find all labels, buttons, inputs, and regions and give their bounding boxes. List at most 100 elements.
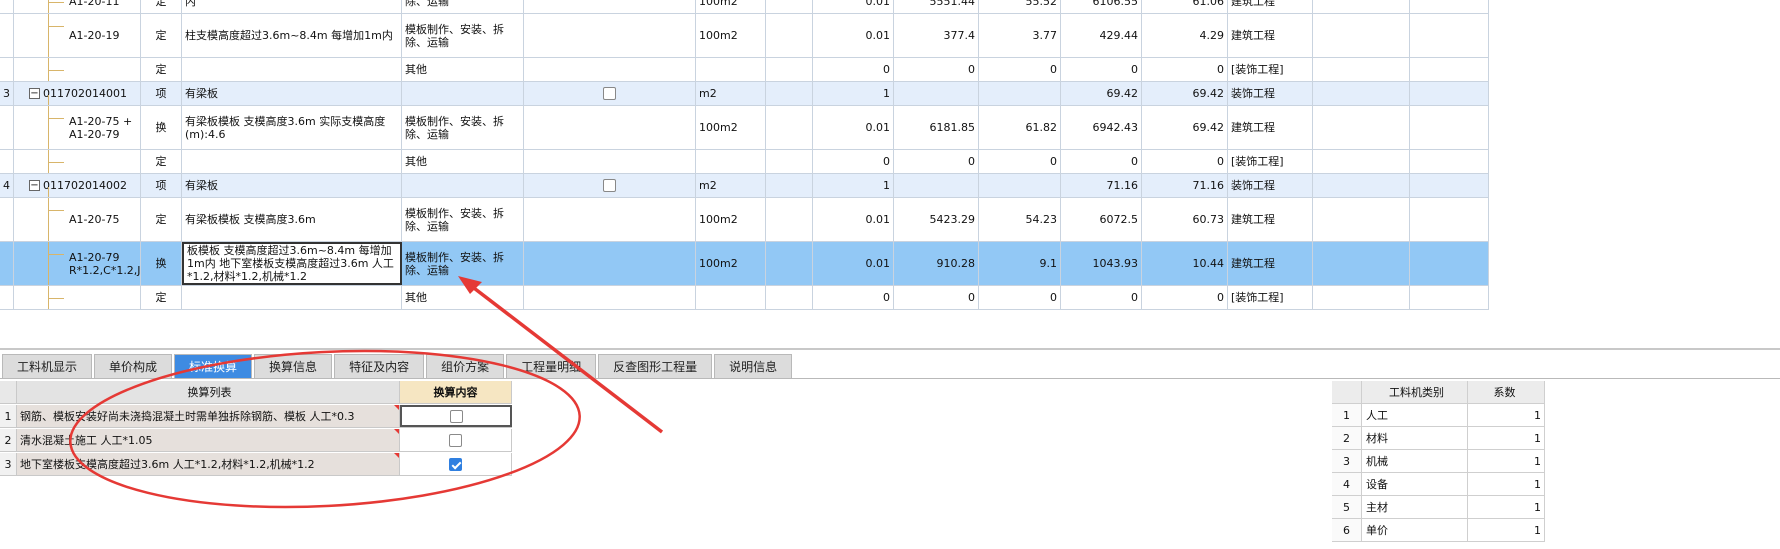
panel-splitter[interactable]	[0, 348, 1780, 350]
tab-2[interactable]: 标准换算	[174, 354, 253, 378]
type-cell[interactable]: 项	[141, 174, 182, 197]
price-cell[interactable]: 5551.44	[894, 0, 979, 13]
unit-cell[interactable]: 100m2	[696, 14, 766, 57]
name-cell[interactable]: 内	[182, 0, 402, 13]
price-cell[interactable]: 0	[894, 58, 979, 81]
price-cell[interactable]	[894, 82, 979, 105]
flag-cell[interactable]	[524, 286, 696, 309]
name-cell[interactable]: 有梁板模板 支模高度3.6m	[182, 198, 402, 241]
category-cell[interactable]: 装饰工程	[1228, 82, 1313, 105]
collapse-toggle-icon[interactable]: −	[29, 88, 40, 99]
category-cell[interactable]: 建筑工程	[1228, 198, 1313, 241]
amount-cell[interactable]: 55.52	[979, 0, 1061, 13]
conversion-row[interactable]: 2 清水混凝土施工 人工*1.05	[0, 429, 512, 452]
collapse-toggle-icon[interactable]: −	[29, 180, 40, 191]
quota-row[interactable]: 定其他 0 0 0 0 0 [装饰工程]	[0, 286, 1489, 310]
type-cell[interactable]: 项	[141, 82, 182, 105]
price-cell[interactable]	[894, 174, 979, 197]
unit-cell[interactable]: 100m2	[696, 106, 766, 149]
row-checkbox[interactable]	[603, 179, 616, 192]
amount-cell[interactable]: 0	[979, 286, 1061, 309]
quota-row[interactable]: 定其他 0 0 0 0 0 [装饰工程]	[0, 58, 1489, 82]
flag-cell[interactable]	[524, 82, 696, 105]
composite-amount-cell[interactable]: 60.73	[1142, 198, 1228, 241]
flag-cell[interactable]	[524, 106, 696, 149]
factor-value[interactable]: 1	[1468, 519, 1545, 541]
quantity-cell[interactable]: 0	[813, 286, 894, 309]
flag-cell[interactable]	[524, 198, 696, 241]
price-cell[interactable]: 6181.85	[894, 106, 979, 149]
composite-amount-cell[interactable]: 0	[1142, 58, 1228, 81]
category-cell[interactable]: [装饰工程]	[1228, 286, 1313, 309]
quota-row[interactable]: A1-20-11 定内除、运输 100m2 0.01 5551.44 55.52 6106.…	[0, 0, 1489, 14]
coefficient-row[interactable]: 5 主材 1	[1332, 496, 1545, 519]
quantity-cell[interactable]: 0.01	[813, 242, 894, 285]
code-cell[interactable]	[14, 58, 141, 81]
name-cell[interactable]	[182, 150, 402, 173]
work-content-cell[interactable]: 模板制作、安装、拆除、运输	[402, 242, 524, 285]
composite-price-cell[interactable]: 71.16	[1061, 174, 1142, 197]
amount-cell[interactable]	[979, 82, 1061, 105]
quota-row[interactable]: A1-20-75 + A1-20-79 换有梁板模板 支模高度3.6m 实际支模高…	[0, 106, 1489, 150]
amount-cell[interactable]: 3.77	[979, 14, 1061, 57]
tab-5[interactable]: 组价方案	[426, 354, 505, 378]
composite-price-cell[interactable]: 0	[1061, 286, 1142, 309]
unit-cell[interactable]	[696, 58, 766, 81]
flag-cell[interactable]	[524, 58, 696, 81]
type-cell[interactable]: 定	[141, 150, 182, 173]
tab-3[interactable]: 换算信息	[254, 354, 333, 378]
factor-value[interactable]: 1	[1468, 450, 1545, 472]
type-cell[interactable]: 定	[141, 198, 182, 241]
price-cell[interactable]: 377.4	[894, 14, 979, 57]
amount-cell[interactable]: 0	[979, 58, 1061, 81]
name-cell[interactable]: 板模板 支模高度超过3.6m~8.4m 每增加1m内 地下室楼板支模高度超过3.…	[182, 242, 402, 285]
unit-cell[interactable]: m2	[696, 174, 766, 197]
coefficient-row[interactable]: 3 机械 1	[1332, 450, 1545, 473]
composite-amount-cell[interactable]: 10.44	[1142, 242, 1228, 285]
name-cell[interactable]	[182, 58, 402, 81]
quantity-cell[interactable]: 0	[813, 58, 894, 81]
unit-cell[interactable]	[696, 150, 766, 173]
code-cell[interactable]: −011702014002	[14, 174, 141, 197]
category-cell[interactable]: [装饰工程]	[1228, 150, 1313, 173]
quantity-cell[interactable]: 0.01	[813, 0, 894, 13]
flag-cell[interactable]	[524, 14, 696, 57]
unit-cell[interactable]	[696, 286, 766, 309]
quantity-cell[interactable]: 0	[813, 150, 894, 173]
conversion-checkbox-cell[interactable]	[400, 405, 512, 427]
composite-price-cell[interactable]: 0	[1061, 150, 1142, 173]
conversion-checkbox[interactable]	[449, 457, 462, 471]
composite-amount-cell[interactable]: 71.16	[1142, 174, 1228, 197]
quantity-cell[interactable]: 1	[813, 174, 894, 197]
price-cell[interactable]: 910.28	[894, 242, 979, 285]
quota-row[interactable]: A1-20-75 定有梁板模板 支模高度3.6m 模板制作、安装、拆除、运输 100m…	[0, 198, 1489, 242]
row-checkbox[interactable]	[603, 87, 616, 100]
conversion-checkbox-cell[interactable]	[400, 453, 512, 475]
type-cell[interactable]: 定	[141, 58, 182, 81]
quota-row[interactable]: A1-20-79 R*1.2,C*1.2,J*1.2换板模板 支模高度超过3.6…	[0, 242, 1489, 286]
tab-8[interactable]: 说明信息	[714, 354, 793, 378]
amount-cell[interactable]: 54.23	[979, 198, 1061, 241]
composite-amount-cell[interactable]: 0	[1142, 150, 1228, 173]
quantity-cell[interactable]: 0.01	[813, 198, 894, 241]
tab-4[interactable]: 特征及内容	[334, 354, 425, 378]
name-cell[interactable]	[182, 286, 402, 309]
unit-cell[interactable]: 100m2	[696, 198, 766, 241]
coefficient-row[interactable]: 2 材料 1	[1332, 427, 1545, 450]
quantity-cell[interactable]: 0.01	[813, 106, 894, 149]
name-cell[interactable]: 有梁板模板 支模高度3.6m 实际支模高度(m):4.6	[182, 106, 402, 149]
composite-price-cell[interactable]: 6106.55	[1061, 0, 1142, 13]
amount-cell[interactable]	[979, 174, 1061, 197]
composite-price-cell[interactable]: 69.42	[1061, 82, 1142, 105]
composite-price-cell[interactable]: 6072.5	[1061, 198, 1142, 241]
type-cell[interactable]: 定	[141, 286, 182, 309]
code-cell[interactable]	[14, 150, 141, 173]
code-cell[interactable]	[14, 286, 141, 309]
category-cell[interactable]: 建筑工程	[1228, 14, 1313, 57]
composite-amount-cell[interactable]: 0	[1142, 286, 1228, 309]
work-content-cell[interactable]: 其他	[402, 58, 524, 81]
code-cell[interactable]: A1-20-79 R*1.2,C*1.2,J*1.2	[14, 242, 141, 285]
work-content-cell[interactable]: 其他	[402, 286, 524, 309]
unit-cell[interactable]: m2	[696, 82, 766, 105]
work-content-cell[interactable]: 模板制作、安装、拆除、运输	[402, 106, 524, 149]
